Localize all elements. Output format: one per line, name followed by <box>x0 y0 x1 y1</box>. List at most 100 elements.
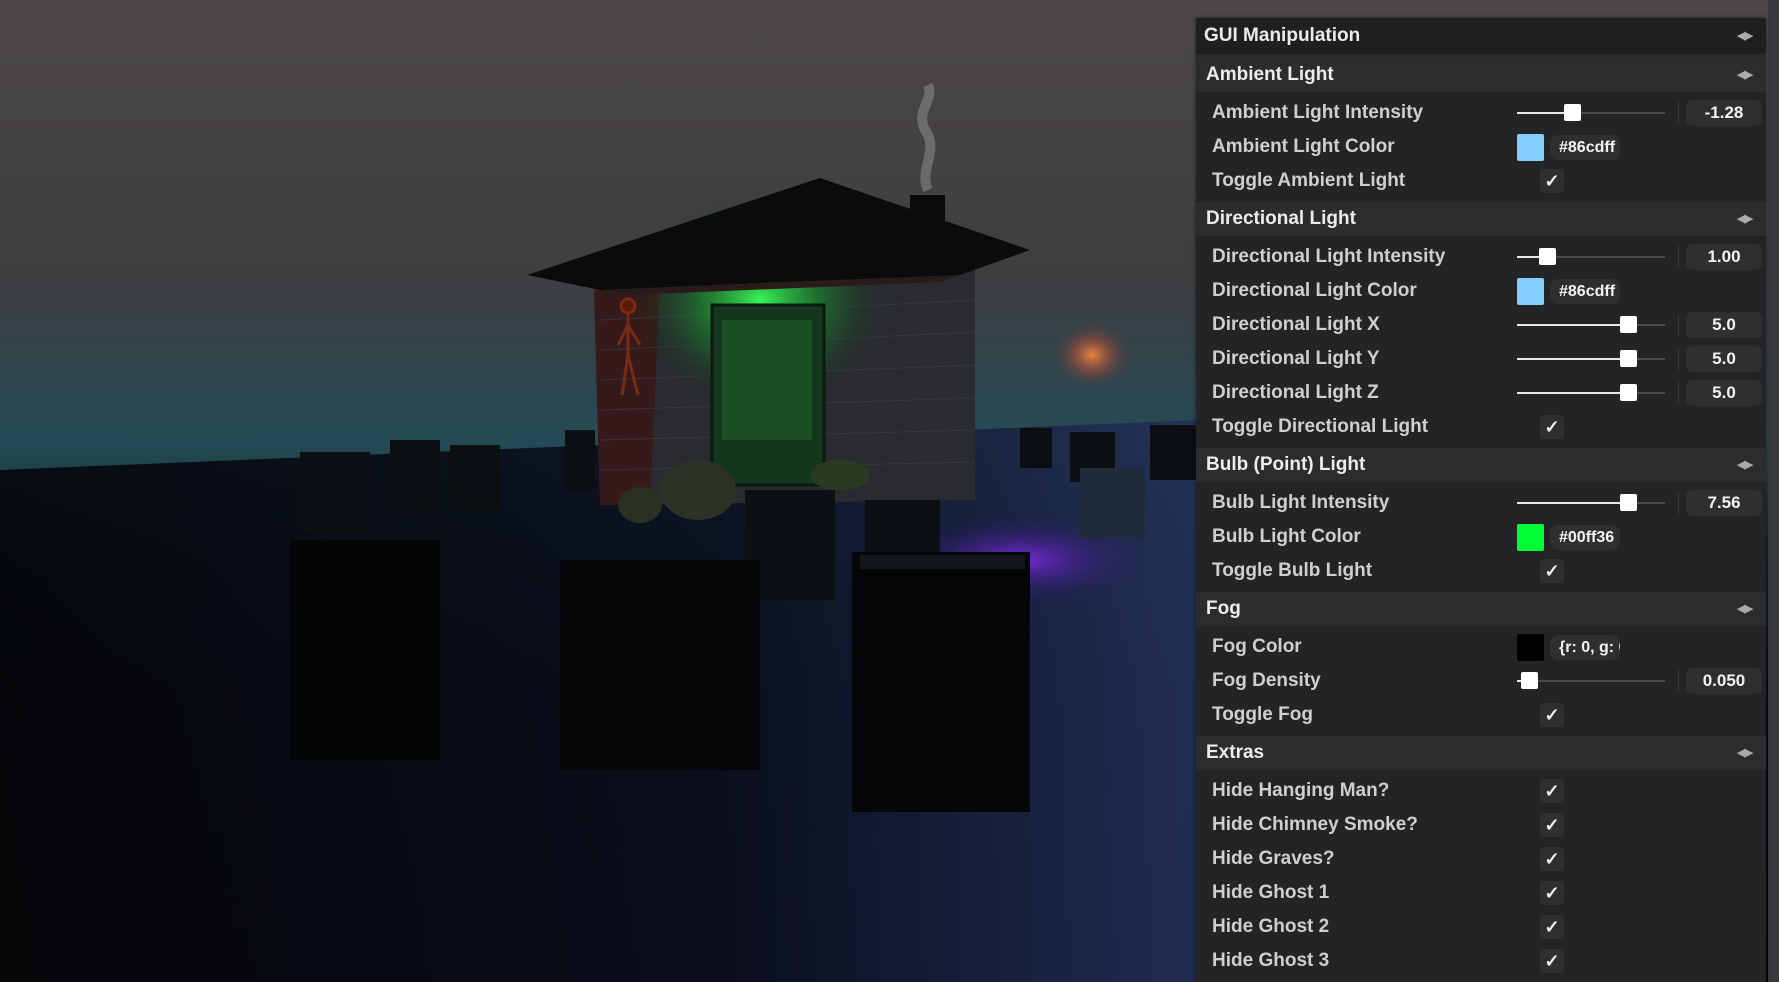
controller-label: Directional Light Y <box>1212 348 1380 369</box>
controller-slider: Ambient Light Intensity -1.28 <box>1202 96 1766 130</box>
controller-label: Toggle Ambient Light <box>1212 170 1406 191</box>
slider-track[interactable] <box>1517 494 1665 511</box>
folder-title[interactable]: Extras ◀▶ <box>1196 736 1766 770</box>
controller-label: Bulb Light Color <box>1212 526 1361 547</box>
slider-fill <box>1517 392 1628 394</box>
slider-track[interactable] <box>1517 316 1665 333</box>
gui-title-label: GUI Manipulation <box>1204 25 1361 46</box>
slider-fill <box>1517 502 1628 504</box>
color-text-input[interactable]: #86cdff <box>1550 279 1620 304</box>
checkbox[interactable]: ✓ <box>1540 703 1564 727</box>
controller-slider: Directional Light X 5.0 <box>1202 308 1766 342</box>
slider-track[interactable] <box>1517 104 1665 121</box>
color-text-input[interactable]: #86cdff <box>1550 135 1620 160</box>
controller-label: Directional Light Z <box>1212 382 1379 403</box>
controller-label: Hide Hanging Man? <box>1212 780 1390 801</box>
folder-title[interactable]: Fog ◀▶ <box>1196 592 1766 626</box>
checkmark-icon: ✓ <box>1544 883 1560 903</box>
collapse-caret-icon[interactable]: ◀▶ <box>1737 592 1753 626</box>
folder-title[interactable]: Ambient Light ◀▶ <box>1196 58 1766 92</box>
folder-body: Bulb Light Intensity 7.56 Bulb Light Color… <box>1196 482 1766 592</box>
controller-label: Hide Ghost 3 <box>1212 950 1330 971</box>
controller-slider: Bulb Light Intensity 7.56 <box>1202 486 1766 520</box>
slider-track[interactable] <box>1517 248 1665 265</box>
number-input[interactable]: -1.28 <box>1686 100 1762 126</box>
color-swatch[interactable] <box>1517 634 1544 661</box>
checkbox[interactable]: ✓ <box>1540 881 1564 905</box>
folder-title-label: Fog <box>1206 598 1241 619</box>
slider-thumb[interactable] <box>1620 350 1637 367</box>
checkmark-icon: ✓ <box>1544 561 1560 581</box>
number-input[interactable]: 5.0 <box>1686 346 1762 372</box>
gui-title[interactable]: GUI Manipulation ◀▶ <box>1196 18 1766 58</box>
color-swatch[interactable] <box>1517 134 1544 161</box>
color-swatch[interactable] <box>1517 278 1544 305</box>
folder-title-label: Bulb (Point) Light <box>1206 454 1366 475</box>
collapse-caret-icon[interactable]: ◀▶ <box>1737 18 1753 54</box>
checkbox[interactable]: ✓ <box>1540 813 1564 837</box>
folder-fog: Fog ◀▶ Fog Color {r: 0, g: 0, b: 0} Fog Dens… <box>1196 592 1766 736</box>
collapse-caret-icon[interactable]: ◀▶ <box>1737 736 1753 770</box>
controller-checkbox: Hide Hanging Man? ✓ <box>1202 774 1766 808</box>
checkbox[interactable]: ✓ <box>1540 915 1564 939</box>
checkmark-icon: ✓ <box>1544 849 1560 869</box>
folder-title[interactable]: Bulb (Point) Light ◀▶ <box>1196 448 1766 482</box>
controller-label: Hide Chimney Smoke? <box>1212 814 1418 835</box>
slider-thumb[interactable] <box>1520 672 1538 689</box>
slider-track[interactable] <box>1517 350 1665 367</box>
checkmark-icon: ✓ <box>1544 705 1560 725</box>
controller-slider: Directional Light Y 5.0 <box>1202 342 1766 376</box>
number-input[interactable]: 5.0 <box>1686 312 1762 338</box>
controller-label: Hide Ghost 1 <box>1212 882 1330 903</box>
collapse-caret-icon[interactable]: ◀▶ <box>1737 58 1753 92</box>
folder-title-label: Directional Light <box>1206 208 1356 229</box>
color-text-input[interactable]: {r: 0, g: 0, b: 0} <box>1550 635 1620 660</box>
slider-thumb[interactable] <box>1620 494 1637 511</box>
checkbox[interactable]: ✓ <box>1540 949 1564 973</box>
divider <box>1678 348 1679 370</box>
color-text-input[interactable]: #00ff36 <box>1550 525 1620 550</box>
collapse-caret-icon[interactable]: ◀▶ <box>1737 448 1753 482</box>
color-swatch[interactable] <box>1517 524 1544 551</box>
checkbox[interactable]: ✓ <box>1540 169 1564 193</box>
number-input[interactable]: 1.00 <box>1686 244 1762 270</box>
number-input[interactable]: 7.56 <box>1686 490 1762 516</box>
controller-label: Directional Light Intensity <box>1212 246 1446 267</box>
controller-color: Directional Light Color #86cdff <box>1202 274 1766 308</box>
slider-thumb[interactable] <box>1538 248 1556 265</box>
folder-title[interactable]: Directional Light ◀▶ <box>1196 202 1766 236</box>
slider-track[interactable] <box>1517 672 1665 689</box>
controller-slider: Fog Density 0.050 <box>1202 664 1766 698</box>
folder-title-label: Ambient Light <box>1206 64 1334 85</box>
controller-label: Hide Ghost 2 <box>1212 916 1330 937</box>
divider <box>1678 492 1679 514</box>
checkmark-icon: ✓ <box>1544 917 1560 937</box>
window-right-edge <box>1768 0 1779 982</box>
checkmark-icon: ✓ <box>1544 417 1560 437</box>
controller-label: Hide Graves? <box>1212 848 1335 869</box>
divider <box>1678 314 1679 336</box>
slider-thumb[interactable] <box>1620 384 1637 401</box>
collapse-caret-icon[interactable]: ◀▶ <box>1737 202 1753 236</box>
divider <box>1678 246 1679 268</box>
controller-checkbox: Toggle Ambient Light ✓ <box>1202 164 1766 198</box>
slider-thumb[interactable] <box>1620 316 1637 333</box>
number-input[interactable]: 0.050 <box>1686 668 1762 694</box>
slider-track[interactable] <box>1517 384 1665 401</box>
slider-thumb[interactable] <box>1563 104 1581 121</box>
checkbox[interactable]: ✓ <box>1540 415 1564 439</box>
checkbox[interactable]: ✓ <box>1540 559 1564 583</box>
controller-checkbox: Hide Ghost 3 ✓ <box>1202 944 1766 978</box>
checkmark-icon: ✓ <box>1544 171 1560 191</box>
controller-label: Directional Light Color <box>1212 280 1417 301</box>
checkbox[interactable]: ✓ <box>1540 779 1564 803</box>
gui-panel[interactable]: GUI Manipulation ◀▶ Ambient Light ◀▶ Ambie… <box>1196 18 1766 982</box>
checkbox[interactable]: ✓ <box>1540 847 1564 871</box>
folder-directional-light: Directional Light ◀▶ Directional Light Int… <box>1196 202 1766 448</box>
controller-label: Fog Density <box>1212 670 1321 691</box>
slider-fill <box>1517 324 1628 326</box>
controller-slider: Directional Light Intensity 1.00 <box>1202 240 1766 274</box>
controller-checkbox: Hide Chimney Smoke? ✓ <box>1202 808 1766 842</box>
controller-label: Bulb Light Intensity <box>1212 492 1390 513</box>
number-input[interactable]: 5.0 <box>1686 380 1762 406</box>
